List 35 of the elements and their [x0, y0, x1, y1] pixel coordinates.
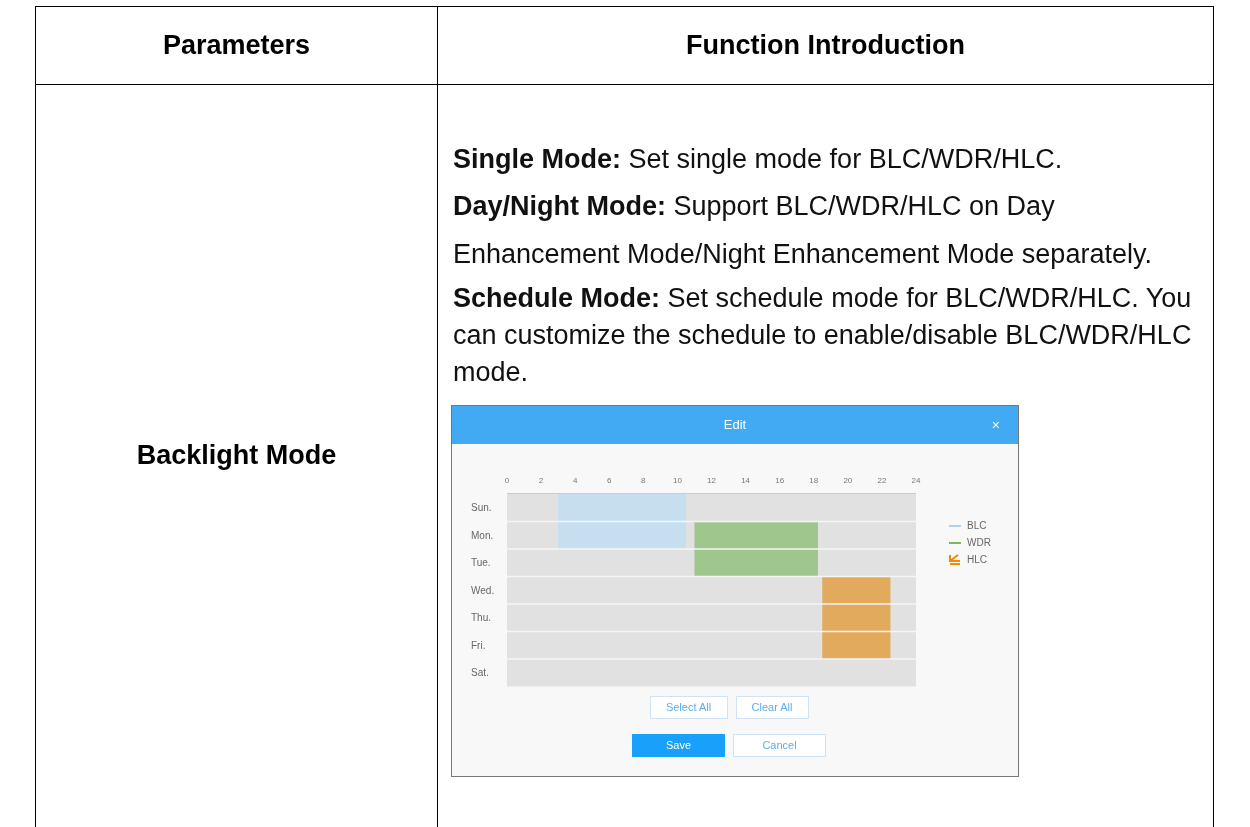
hour-tick-label: 20: [843, 476, 853, 486]
legend-label: BLC: [967, 519, 987, 533]
hour-tick-label: 24: [911, 476, 921, 486]
hour-tick-label: 2: [538, 476, 544, 486]
column-header: Function Introduction: [685, 29, 966, 63]
day-label: Mon.: [471, 528, 495, 543]
day-label: Sun.: [471, 501, 493, 515]
day-label: Sat.: [471, 666, 490, 680]
paragraph: Day/Night Mode: Support BLC/WDR/HLC on Day Enhancement Mode/Night Enhancement Mode separately.: [453, 190, 1153, 271]
dialog-button[interactable]: Clear All: [735, 695, 809, 719]
hour-tick-label: 12: [707, 476, 716, 486]
hour-tick-label: 8: [641, 476, 646, 486]
save-button[interactable]: Save: [632, 733, 725, 757]
legend-label: HLC: [967, 553, 987, 567]
day-label: Fri.: [471, 638, 487, 653]
hour-tick-label: 0: [504, 476, 510, 486]
parameter-cell: Backlight Mode: [36, 85, 438, 827]
dialog-button[interactable]: Select All: [649, 695, 728, 719]
day-label: Thu.: [471, 611, 492, 625]
paragraph: Single Mode: Set single mode for BLC/WDR/HLC.: [453, 143, 1064, 176]
column-header: Parameters: [36, 7, 438, 84]
day-label: Tue.: [471, 556, 492, 570]
dialog-button[interactable]: Cancel: [733, 733, 826, 757]
hour-tick-label: 22: [877, 476, 887, 486]
legend-label: WDR: [967, 536, 991, 550]
dialog-title: Edit: [723, 416, 747, 435]
hour-tick-label: 16: [775, 476, 785, 486]
close-button[interactable]: ×: [991, 415, 1000, 436]
hour-tick-label: 10: [672, 476, 682, 486]
hour-tick-label: 14: [741, 476, 751, 486]
hour-tick-label: 4: [572, 476, 578, 486]
hour-tick-label: 6: [607, 476, 612, 486]
day-label: Wed.: [471, 583, 496, 598]
paragraph: Schedule Mode: Set schedule mode for BLC/WDR/HLC. You can customize the schedule to enable/disable BLC/WDR/HLC mode.: [453, 282, 1193, 389]
hour-tick-label: 18: [809, 476, 819, 486]
